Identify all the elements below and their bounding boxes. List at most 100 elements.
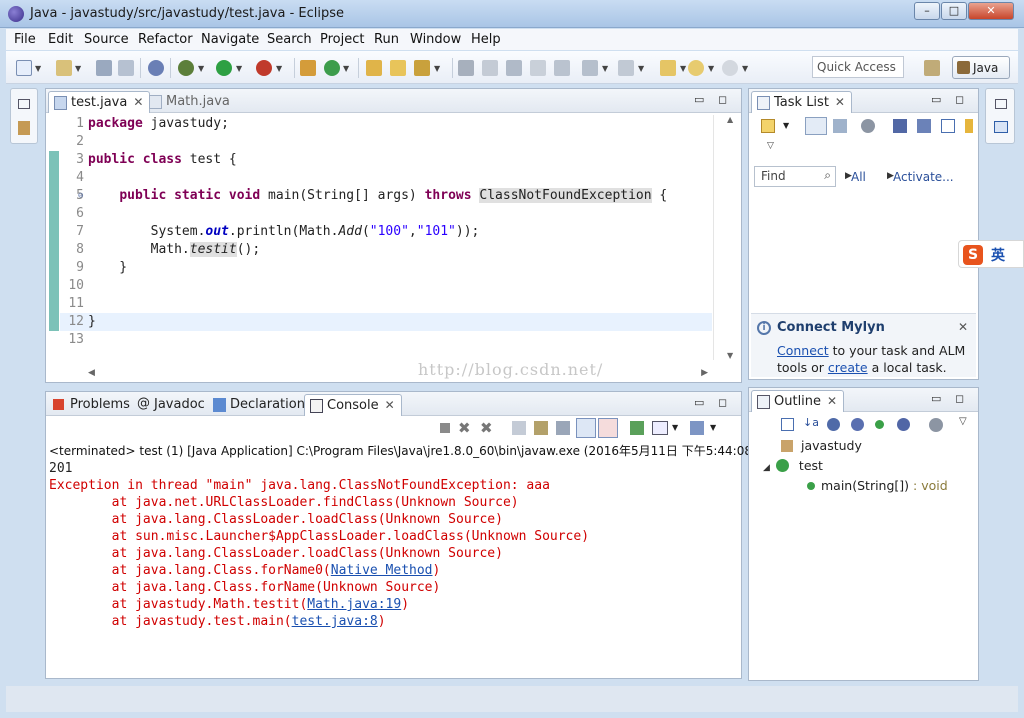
open-console-icon[interactable] — [690, 421, 704, 435]
hide-nonpublic-icon[interactable] — [875, 420, 884, 429]
search-icon[interactable] — [414, 60, 430, 76]
new-task-icon[interactable] — [761, 119, 775, 133]
code-line[interactable]: 2 — [60, 133, 712, 151]
open-perspective-icon[interactable] — [924, 60, 940, 76]
new-class-dropdown-icon[interactable]: ▼ — [343, 64, 349, 73]
console-horizontal-scrollbar[interactable] — [48, 664, 738, 676]
code-line[interactable]: 7 System.out.println(Math.Add("100","101… — [60, 223, 712, 241]
view-menu-icon[interactable]: ▽ — [959, 416, 967, 427]
maximize-icon[interactable]: ◻ — [718, 93, 727, 106]
ime-indicator[interactable]: S 英 — [958, 240, 1024, 268]
activate-link[interactable]: Activate... — [893, 170, 954, 184]
minimize-icon[interactable]: ▭ — [694, 396, 704, 409]
debug-dropdown-icon[interactable]: ▼ — [198, 64, 204, 73]
back-nav-icon[interactable] — [688, 60, 704, 76]
terminate-icon[interactable] — [440, 423, 450, 433]
java-perspective-button[interactable]: Java — [952, 56, 1010, 79]
new-package-icon[interactable] — [56, 60, 72, 76]
tab-console[interactable]: Console ✕ — [304, 394, 402, 416]
expand-arrow-icon[interactable]: ◢ — [763, 463, 770, 473]
back-dropdown-icon[interactable]: ▼ — [680, 64, 686, 73]
new-dropdown-icon[interactable]: ▼ — [35, 64, 41, 73]
code-line[interactable]: 13 — [60, 331, 712, 349]
last-edit-dropdown-icon[interactable]: ▼ — [638, 64, 644, 73]
new-task-dropdown-icon[interactable]: ▼ — [783, 121, 789, 130]
scheduled-icon[interactable] — [833, 119, 847, 133]
restore-icon[interactable] — [18, 99, 30, 109]
hide-fields-icon[interactable] — [827, 418, 840, 431]
menu-window[interactable]: Window — [410, 32, 461, 47]
annotation-dropdown-icon[interactable]: ▼ — [602, 64, 608, 73]
maximize-button[interactable]: □ — [941, 2, 967, 20]
prev-annotation-icon[interactable] — [554, 60, 570, 76]
close-tab-icon[interactable]: ✕ — [385, 398, 395, 412]
maximize-icon[interactable]: ◻ — [718, 396, 727, 409]
new-class-icon[interactable] — [324, 60, 340, 76]
back-icon[interactable] — [660, 60, 676, 76]
menu-edit[interactable]: Edit — [48, 32, 73, 47]
focus-icon[interactable] — [893, 119, 907, 133]
external-tools-dropdown-icon[interactable]: ▼ — [276, 64, 282, 73]
show-whitespace-icon[interactable] — [530, 60, 546, 76]
editor-vertical-scrollbar[interactable]: ▲ ▼ — [727, 115, 739, 360]
code-line[interactable]: 5 public static void main(String[] args)… — [60, 187, 712, 205]
stack-source-link[interactable]: test.java:8 — [292, 614, 378, 629]
task-find-input[interactable]: Find ⌕ — [754, 166, 836, 187]
scroll-down-icon[interactable]: ▼ — [727, 351, 733, 360]
minimize-icon[interactable]: ▭ — [931, 392, 941, 405]
code-line[interactable]: 6 — [60, 205, 712, 223]
hide-local-types-icon[interactable] — [897, 418, 910, 431]
menu-source[interactable]: Source — [84, 32, 129, 47]
tab-javadoc[interactable]: @ Javadoc — [132, 394, 211, 416]
pin-console-icon[interactable] — [630, 421, 644, 435]
remove-launch-icon[interactable]: ✖ — [458, 419, 471, 437]
outline-package-item[interactable]: javastudy — [781, 438, 862, 453]
code-line[interactable]: 11 — [60, 295, 712, 313]
scroll-left-icon[interactable]: ◀ — [88, 368, 95, 378]
fold-icon[interactable]: ⊖ — [78, 187, 83, 205]
quick-access-input[interactable]: Quick Access — [812, 56, 904, 78]
outline-method-item[interactable]: main(String[]) : void — [807, 478, 948, 493]
code-line[interactable]: 12} — [60, 313, 712, 331]
menu-file[interactable]: File — [14, 32, 36, 47]
code-line[interactable]: 9 } — [60, 259, 712, 277]
close-tab-icon[interactable]: ✕ — [835, 95, 845, 109]
create-link[interactable]: create — [828, 360, 868, 375]
scroll-up-icon[interactable]: ▲ — [727, 115, 739, 124]
show-stderr-icon[interactable] — [598, 418, 618, 438]
minimize-icon[interactable]: ▭ — [694, 93, 704, 106]
maximize-icon[interactable]: ◻ — [955, 93, 964, 106]
code-line[interactable]: 1 package javastudy; — [60, 115, 712, 133]
save-icon[interactable] — [96, 60, 112, 76]
tab-outline[interactable]: Outline ✕ — [751, 390, 845, 412]
code-line[interactable]: 8 Math.testit(); — [60, 241, 712, 259]
new-java-project-icon[interactable] — [300, 60, 316, 76]
sort-icon[interactable]: ↓a — [803, 416, 819, 429]
synchronize-icon[interactable] — [917, 119, 931, 133]
close-icon[interactable]: ✕ — [958, 320, 968, 334]
collapse-all-icon[interactable] — [941, 119, 955, 133]
run-icon[interactable] — [216, 60, 232, 76]
collapse-all-icon[interactable] — [781, 418, 794, 431]
package-explorer-icon[interactable] — [18, 121, 30, 135]
menu-search[interactable]: Search — [267, 32, 312, 47]
run-dropdown-icon[interactable]: ▼ — [236, 64, 242, 73]
forward-icon[interactable] — [722, 60, 738, 76]
scroll-right-icon[interactable]: ▶ — [701, 368, 708, 378]
open-console-dropdown-icon[interactable]: ▼ — [710, 423, 716, 432]
menu-run[interactable]: Run — [374, 32, 399, 47]
last-edit-icon[interactable] — [618, 60, 634, 76]
toggle-mark-icon[interactable] — [482, 60, 498, 76]
debug-icon[interactable] — [178, 60, 194, 76]
link-icon[interactable] — [965, 119, 973, 133]
stack-source-link[interactable]: Math.java:19 — [307, 597, 401, 612]
clear-console-icon[interactable] — [512, 421, 526, 435]
editor-horizontal-scrollbar[interactable]: ◀ ▶ — [88, 368, 708, 380]
scroll-lock-icon[interactable] — [534, 421, 548, 435]
stack-source-link[interactable]: Native Method — [331, 563, 433, 578]
minimize-icon[interactable]: ▭ — [931, 93, 941, 106]
code-line[interactable]: 3 public class test { — [60, 151, 712, 169]
toggle-block-icon[interactable] — [506, 60, 522, 76]
show-stdout-icon[interactable] — [576, 418, 596, 438]
tab-declaration[interactable]: Declaration — [208, 394, 311, 416]
